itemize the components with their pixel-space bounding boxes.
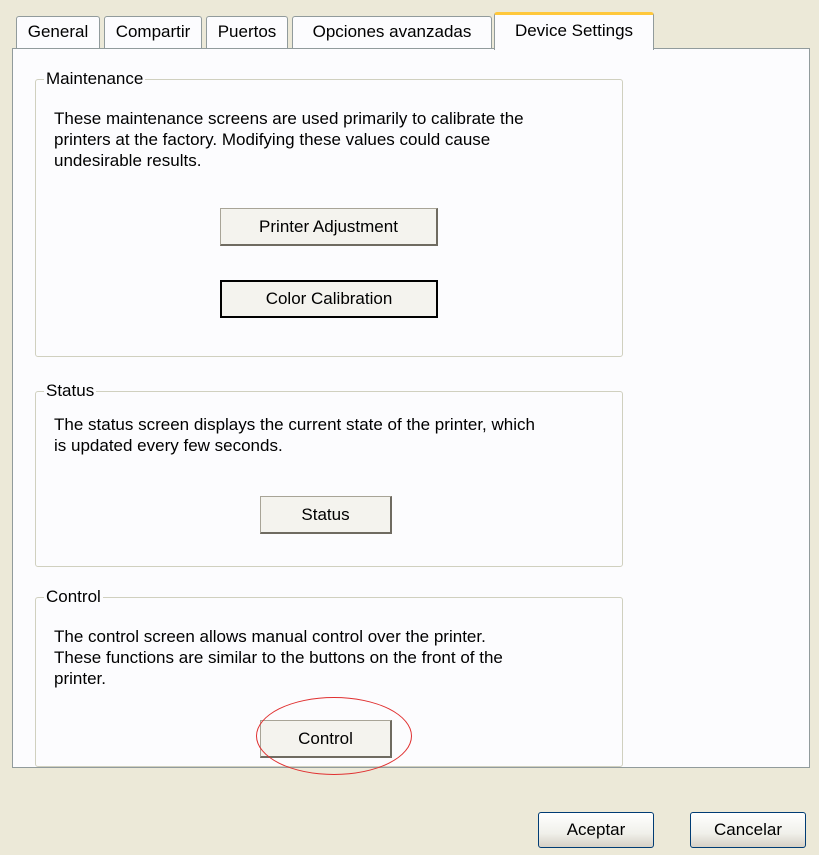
maintenance-description: These maintenance screens are used prima…: [54, 109, 524, 170]
tab-general[interactable]: General: [16, 16, 100, 48]
tab-puertos[interactable]: Puertos: [206, 16, 288, 48]
color-calibration-button[interactable]: Color Calibration: [220, 280, 438, 318]
status-button[interactable]: Status: [260, 496, 392, 534]
printer-adjustment-button[interactable]: Printer Adjustment: [220, 208, 438, 246]
status-group-title: Status: [44, 381, 97, 401]
control-button[interactable]: Control: [260, 720, 392, 758]
control-group-title: Control: [44, 587, 103, 607]
maintenance-group: Maintenance These maintenance screens ar…: [35, 69, 623, 357]
status-group: Status The status screen displays the cu…: [35, 381, 623, 567]
maintenance-group-title: Maintenance: [44, 69, 146, 89]
cancel-button[interactable]: Cancelar: [690, 812, 806, 848]
accept-button[interactable]: Aceptar: [538, 812, 654, 848]
tab-device-settings[interactable]: Device Settings: [494, 12, 654, 50]
control-description: The control screen allows manual control…: [54, 627, 503, 688]
tab-panel-device-settings: Maintenance These maintenance screens ar…: [12, 48, 810, 768]
control-group: Control The control screen allows manual…: [35, 587, 623, 767]
tab-opciones-avanzadas[interactable]: Opciones avanzadas: [292, 16, 492, 48]
tab-compartir[interactable]: Compartir: [104, 16, 202, 48]
status-description: The status screen displays the current s…: [54, 415, 535, 455]
